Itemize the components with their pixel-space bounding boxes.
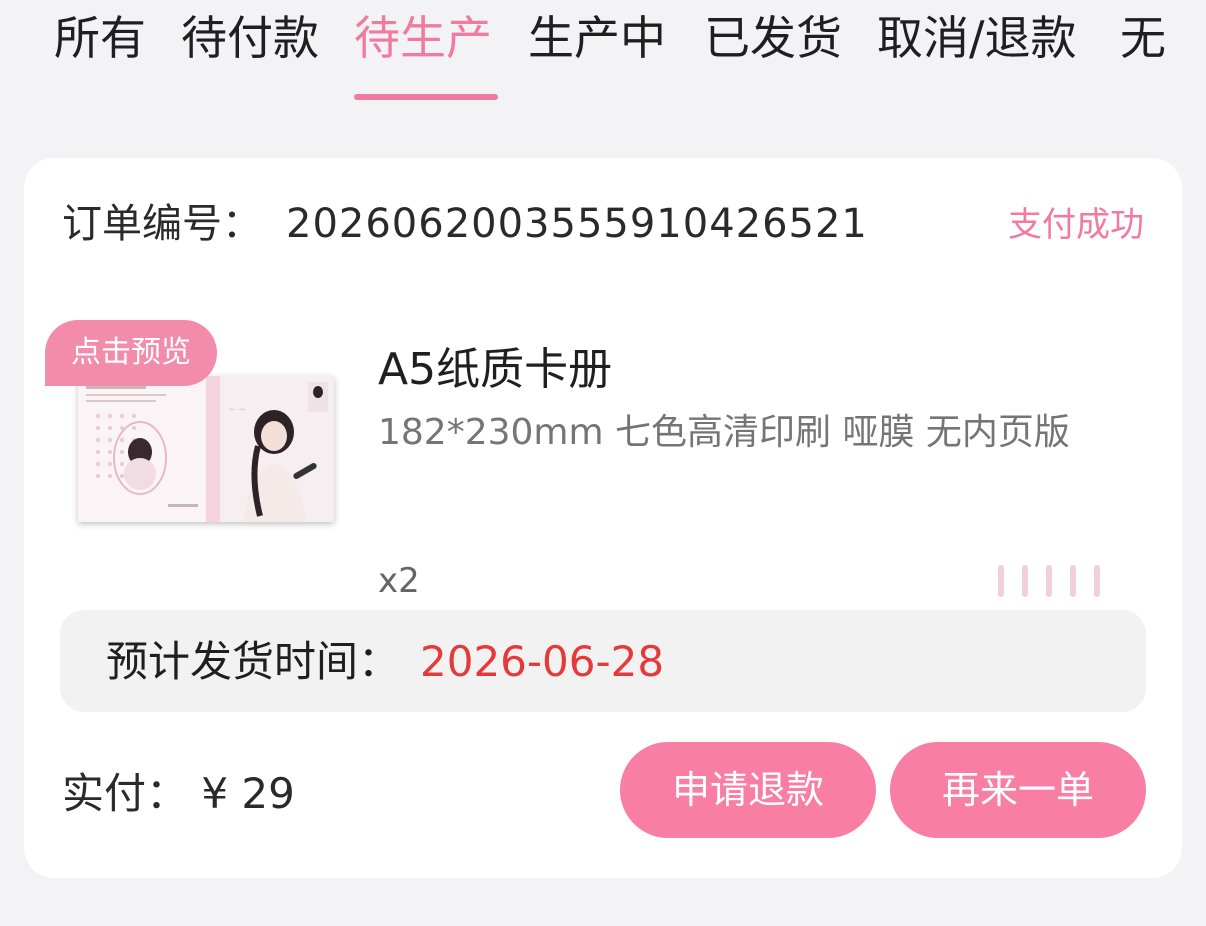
tab-all[interactable]: 所有: [54, 8, 146, 68]
tab-in-production[interactable]: 生产中: [528, 8, 666, 68]
order-card: 订单编号： 2026062003555910426521 支付成功 ~ ~ 点击…: [24, 158, 1182, 878]
svg-text:~ ~: ~ ~: [228, 405, 246, 415]
product-spec: 182*230mm 七色高清印刷 哑膜 无内页版: [378, 412, 1070, 453]
tab-none[interactable]: 无: [1120, 8, 1166, 68]
product-thumbnail[interactable]: ~ ~: [78, 376, 334, 522]
tab-shipped[interactable]: 已发货: [704, 8, 842, 68]
active-tab-indicator: [354, 94, 498, 100]
preview-button[interactable]: 点击预览: [45, 320, 217, 386]
shipping-time-label: 预计发货时间：: [106, 637, 401, 686]
paid-amount: 实付： ¥ 29: [62, 769, 295, 818]
tab-pending-production[interactable]: 待生产: [354, 8, 492, 68]
photo-card-album-image: ~ ~: [78, 376, 334, 522]
shipping-date: 2026-06-28: [420, 637, 665, 686]
tab-pending-payment[interactable]: 待付款: [181, 8, 319, 68]
order-number-label: 订单编号：: [62, 201, 262, 247]
order-status-tabs: 所有 待付款 待生产 生产中 已发货 取消/退款 无: [0, 0, 1206, 110]
product-quantity: x2: [378, 561, 420, 601]
order-status-badge: 支付成功: [1008, 205, 1144, 245]
blurred-price: [998, 563, 1148, 599]
product-title: A5纸质卡册: [378, 344, 613, 395]
reorder-button[interactable]: 再来一单: [890, 742, 1146, 838]
tab-cancel-refund[interactable]: 取消/退款: [877, 8, 1077, 68]
estimated-shipping-box: 预计发货时间： 2026-06-28: [60, 610, 1146, 712]
refund-button[interactable]: 申请退款: [620, 742, 876, 838]
order-number: 2026062003555910426521: [286, 201, 868, 247]
